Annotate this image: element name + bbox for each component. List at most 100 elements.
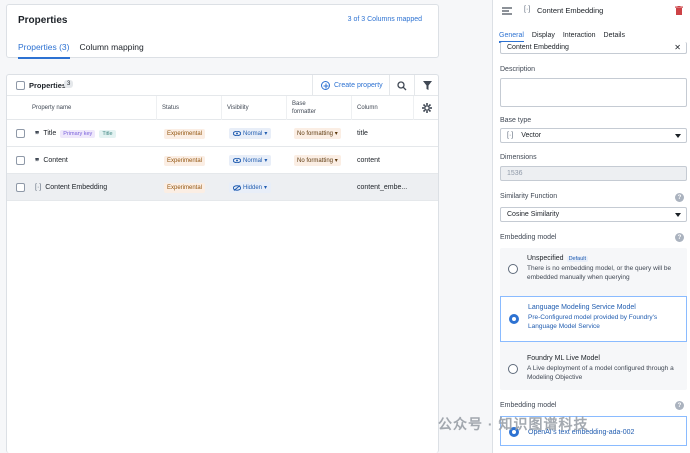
formatter-cell: No formatting ▾ [294, 147, 341, 174]
status-badge: Experimental [164, 182, 206, 193]
visibility-dropdown[interactable]: Normal ▾ [229, 155, 272, 166]
filter-button[interactable] [414, 75, 439, 96]
filter-icon [422, 81, 432, 90]
base-type-select[interactable]: [·] Vector [500, 128, 687, 143]
collapse-panel-icon[interactable] [502, 7, 512, 15]
status-badge: Experimental [164, 128, 206, 139]
option-description: There is no embedding model, or the quer… [527, 265, 672, 281]
help-icon[interactable]: ? [675, 401, 684, 410]
radio-lms-model[interactable] [509, 314, 519, 324]
title-tag: Title [99, 129, 116, 138]
toolbar-label: Properties [29, 81, 67, 90]
embedding-model-label-2: Embedding model [500, 402, 557, 409]
formatter-dropdown[interactable]: No formatting ▾ [294, 155, 341, 166]
table-row[interactable]: ❞ Title Primary key Title Experimental N… [7, 120, 438, 147]
visibility-value: Normal [243, 157, 263, 164]
formatter-value: No formatting [297, 158, 334, 164]
default-badge: Default [566, 256, 589, 262]
option-title: Unspecified [527, 255, 564, 262]
radio-foundry-ml[interactable] [508, 364, 518, 374]
embedding-model-label: Embedding model [500, 234, 557, 241]
create-property-button[interactable]: Create property [312, 75, 389, 96]
col-property-name[interactable]: Property name [27, 96, 152, 120]
col-visibility[interactable]: Visibility [221, 96, 286, 120]
gear-icon [422, 103, 432, 113]
create-property-label: Create property [334, 82, 383, 89]
row-checkbox[interactable] [16, 183, 25, 192]
table-row-selected[interactable]: [·] Content Embedding Experimental Hidde… [7, 174, 438, 201]
row-checkbox[interactable] [16, 156, 25, 165]
formatter-dropdown[interactable]: No formatting ▾ [294, 128, 341, 139]
column-value: content [357, 157, 380, 164]
col-status[interactable]: Status [156, 96, 221, 120]
vector-icon: [·] [524, 6, 531, 13]
table-header: Property name Status Visibility Base for… [7, 96, 438, 120]
help-icon[interactable]: ? [675, 233, 684, 242]
primary-key-tag: Primary key [60, 129, 96, 138]
delete-icon[interactable] [675, 6, 683, 15]
search-button[interactable] [389, 75, 414, 96]
option-lms-model[interactable]: Language Modeling Service Model Pre-Conf… [500, 296, 687, 342]
dimensions-value: 1536 [507, 170, 523, 177]
option-foundry-ml[interactable]: Foundry ML Live Model A Live deployment … [500, 348, 687, 390]
visibility-value: Hidden [243, 184, 263, 191]
visibility-dropdown[interactable]: Hidden ▾ [229, 182, 272, 193]
page-title: Properties [18, 15, 68, 26]
eye-off-icon [233, 184, 241, 191]
tab-properties[interactable]: Properties (3) [18, 42, 70, 59]
property-name: Content [43, 157, 68, 164]
search-icon [397, 80, 407, 90]
row-checkbox[interactable] [16, 129, 25, 138]
visibility-dropdown[interactable]: Normal ▾ [229, 128, 272, 139]
property-panel: [·] Content Embedding General Display In… [492, 0, 690, 453]
name-field[interactable]: Content Embedding ✕ [500, 42, 687, 54]
eye-icon [233, 158, 241, 163]
vector-icon: [·] [507, 132, 514, 139]
base-type-value: Vector [521, 132, 542, 139]
quote-icon: ❞ [35, 155, 40, 166]
similarity-select[interactable]: Cosine Similarity [500, 207, 687, 222]
description-field[interactable] [500, 78, 687, 107]
embedding-model-options: Unspecified Default There is no embedding… [500, 248, 687, 390]
description-label: Description [500, 66, 536, 73]
plus-circle-icon [321, 81, 330, 90]
option-unspecified[interactable]: Unspecified Default There is no embedding… [500, 248, 687, 294]
clear-icon[interactable]: ✕ [674, 43, 681, 52]
col-column[interactable]: Column [351, 96, 413, 120]
visibility-cell: Normal ▾ [229, 120, 272, 147]
eye-icon [233, 131, 241, 136]
visibility-value: Normal [243, 130, 263, 137]
panel-title: Content Embedding [537, 6, 604, 15]
column-value: title [357, 130, 368, 137]
select-all-checkbox[interactable] [16, 81, 25, 90]
chevron-down-icon: ▾ [264, 185, 268, 191]
property-name: Content Embedding [45, 184, 108, 191]
quote-icon: ❞ [35, 128, 40, 139]
table-row[interactable]: ❞ Content Experimental Normal ▾ No forma… [7, 147, 438, 174]
watermark: 公众号 · 知识图谱科技 [438, 416, 589, 432]
visibility-cell: Hidden ▾ [229, 174, 272, 201]
option-description: Pre-Configured model provided by Foundry… [528, 314, 658, 330]
column-settings-button[interactable] [413, 96, 440, 120]
properties-header-card: Properties 3 of 3 Columns mapped Propert… [6, 4, 439, 59]
dimensions-label: Dimensions [500, 154, 537, 161]
dimensions-field: 1536 [500, 166, 687, 181]
similarity-value: Cosine Similarity [507, 211, 560, 218]
chevron-down-icon: ▾ [334, 131, 338, 137]
radio-unspecified[interactable] [508, 264, 518, 274]
property-name-cell: ❞ Title Primary key Title [35, 120, 116, 147]
columns-mapped-link[interactable]: 3 of 3 Columns mapped [348, 16, 422, 23]
status-badge: Experimental [164, 155, 206, 166]
formatter-value: No formatting [297, 131, 334, 137]
chevron-down-icon [675, 134, 681, 138]
status-cell: Experimental [164, 174, 206, 201]
similarity-label: Similarity Function [500, 193, 558, 200]
properties-table: Properties 3 Create property Property na… [6, 74, 439, 453]
chevron-down-icon: ▾ [264, 158, 268, 164]
table-toolbar: Properties 3 Create property [7, 75, 438, 96]
tab-column-mapping[interactable]: Column mapping [80, 42, 144, 59]
chevron-down-icon: ▾ [264, 131, 268, 137]
help-icon[interactable]: ? [675, 193, 684, 202]
property-name: Title [43, 130, 57, 137]
col-base-formatter[interactable]: Base formatter [286, 96, 326, 120]
